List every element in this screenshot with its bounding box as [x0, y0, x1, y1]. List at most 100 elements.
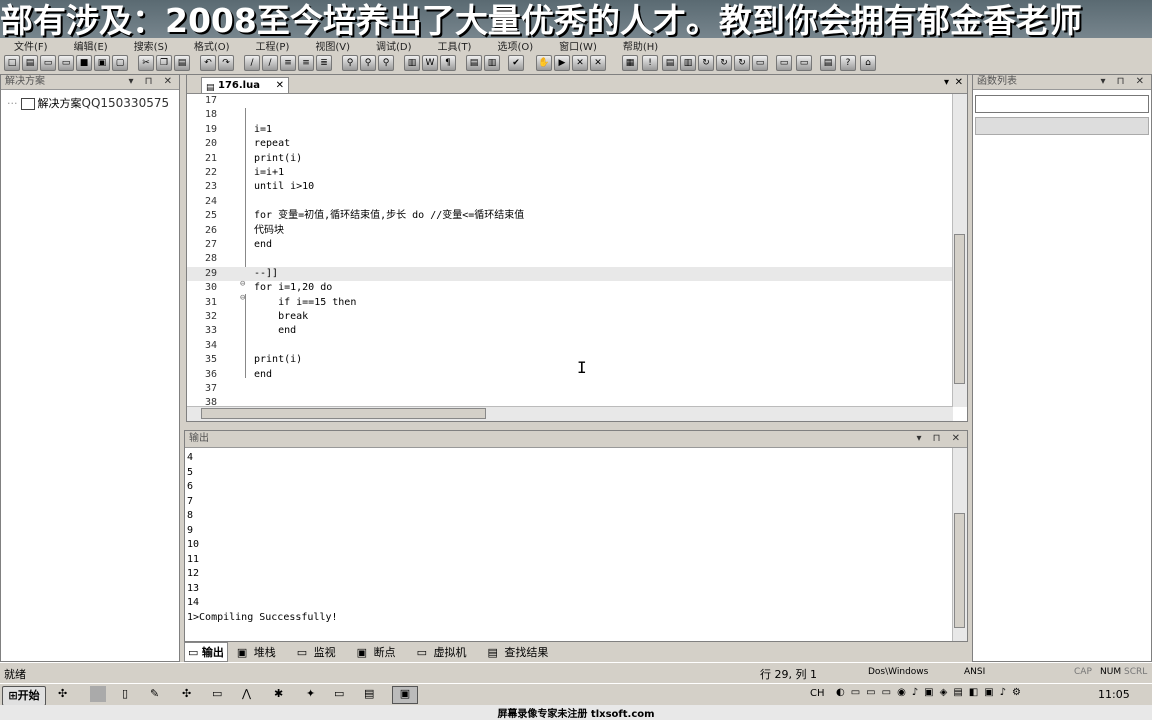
hand-icon[interactable]: ✋: [536, 55, 552, 71]
file-tab[interactable]: ▤ 176.lua ✕: [201, 77, 289, 93]
close-editor-icon[interactable]: ✕: [955, 77, 963, 88]
menu-edit[interactable]: 编辑(E): [74, 38, 108, 53]
menu-file[interactable]: 文件(F): [14, 38, 48, 53]
code-text: end: [254, 368, 273, 380]
calc-icon[interactable]: ▦: [622, 55, 638, 71]
new-file-icon[interactable]: □: [4, 55, 20, 71]
code-area[interactable]: 17 18 19 i=1 20 repeat 21 print(i) 22 i=i+1 23 unti…: [187, 94, 953, 407]
restart-icon[interactable]: ↻: [734, 55, 750, 71]
copy-icon[interactable]: ❐: [156, 55, 172, 71]
step-over-icon[interactable]: ▤: [662, 55, 678, 71]
window-icon[interactable]: ▭: [776, 55, 792, 71]
panel-buttons[interactable]: ▾ ⊓ ✕: [1100, 75, 1148, 89]
app-icon[interactable]: ▭: [334, 687, 344, 700]
save-all-icon[interactable]: ▣: [94, 55, 110, 71]
compile-icon[interactable]: ▤: [466, 55, 482, 71]
line-number: 29: [204, 267, 217, 279]
tab-watch[interactable]: ▭ 监视: [294, 642, 348, 662]
line-number: 20: [204, 138, 217, 150]
tab-find-results[interactable]: ▤ 查找结果: [484, 642, 560, 662]
home-icon[interactable]: ⌂: [860, 55, 876, 71]
output-vertical-scrollbar[interactable]: [952, 448, 967, 641]
print-icon[interactable]: ▤: [820, 55, 836, 71]
menu-format[interactable]: 格式(O): [194, 38, 230, 53]
app-icon[interactable]: ▯: [122, 687, 128, 700]
fold-marker-icon[interactable]: ⊖: [240, 279, 245, 289]
new-project-icon[interactable]: ▤: [22, 55, 38, 71]
app-icon[interactable]: ▤: [364, 687, 374, 700]
paragraph-icon[interactable]: ¶: [440, 55, 456, 71]
open-icon[interactable]: ▭: [40, 55, 56, 71]
uncomment-icon[interactable]: /: [262, 55, 278, 71]
paste-icon[interactable]: ▤: [174, 55, 190, 71]
code-line: 17: [187, 94, 953, 108]
stop-icon[interactable]: ✕: [572, 55, 588, 71]
tab-stack[interactable]: ▣ 堆栈: [234, 642, 288, 662]
debug-icon[interactable]: ✕: [590, 55, 606, 71]
run-icon[interactable]: ▶: [554, 55, 570, 71]
app-icon[interactable]: ▭: [212, 687, 222, 700]
tab-vm[interactable]: ▭ 虚拟机: [414, 642, 479, 662]
function-list-combo[interactable]: [975, 95, 1149, 113]
run-cursor-icon[interactable]: ↻: [716, 55, 732, 71]
format-icon[interactable]: ≣: [316, 55, 332, 71]
menu-window[interactable]: 窗口(W): [559, 38, 597, 53]
code-line: 24: [187, 195, 953, 209]
word-wrap-icon[interactable]: W: [422, 55, 438, 71]
find-next-icon[interactable]: ⚲: [360, 55, 376, 71]
close-tab-icon[interactable]: ✕: [276, 78, 284, 94]
find-icon[interactable]: ⚲: [342, 55, 358, 71]
tray-icons[interactable]: ◐▭▭▭◉♪▣◈▤◧▣♪⚙: [836, 687, 1027, 698]
menu-options[interactable]: 选项(O): [497, 38, 533, 53]
watch-icon[interactable]: ▭: [752, 55, 768, 71]
menu-tools[interactable]: 工具(T): [438, 38, 472, 53]
cut-icon[interactable]: ✂: [138, 55, 154, 71]
editor-vertical-scrollbar[interactable]: [952, 94, 967, 407]
bookmark-icon[interactable]: ▥: [404, 55, 420, 71]
indent-icon[interactable]: ≡: [280, 55, 296, 71]
outdent-icon[interactable]: ≡: [298, 55, 314, 71]
redo-icon[interactable]: ↷: [218, 55, 234, 71]
panel-buttons[interactable]: ▾ ⊓ ✕: [916, 431, 964, 447]
menu-search[interactable]: 搜索(S): [134, 38, 168, 53]
help-icon[interactable]: ?: [840, 55, 856, 71]
app-icon[interactable]: ✱: [274, 687, 283, 700]
fold-marker-icon[interactable]: ⊖: [240, 293, 245, 303]
step-out-icon[interactable]: ↻: [698, 55, 714, 71]
output-line: 4: [187, 452, 194, 463]
code-line: 29 --]]: [187, 266, 953, 282]
replace-icon[interactable]: ⚲: [378, 55, 394, 71]
active-app-icon[interactable]: ▣: [392, 686, 418, 704]
menu-project[interactable]: 工程(P): [256, 38, 290, 53]
output-text[interactable]: 4 5 6 7 8 9 10 11 12 13 14 1>Compiling Successfully…: [187, 451, 951, 641]
build-icon[interactable]: ▥: [484, 55, 500, 71]
save-icon[interactable]: ■: [76, 55, 92, 71]
panel-buttons[interactable]: ▾ ⊓ ✕: [128, 75, 176, 89]
close-file-icon[interactable]: ▢: [112, 55, 128, 71]
undo-icon[interactable]: ↶: [200, 55, 216, 71]
app-icon[interactable]: ✣: [182, 687, 191, 700]
editor-horizontal-scrollbar[interactable]: [187, 406, 953, 421]
code-text: if i==15 then: [254, 296, 357, 308]
check-icon[interactable]: ✔: [508, 55, 524, 71]
quicklaunch-icon[interactable]: ✣: [58, 687, 67, 700]
open-folder-icon[interactable]: ▭: [58, 55, 74, 71]
solution-tree-item[interactable]: ··· 解决方案QQ150330575: [7, 95, 169, 111]
menu-help[interactable]: 帮助(H): [623, 38, 658, 53]
tab-breakpoints[interactable]: ▣ 断点: [354, 642, 408, 662]
tab-dropdown-icon[interactable]: ▾: [944, 77, 949, 88]
app-icon[interactable]: ⋀: [242, 687, 251, 700]
tab-output[interactable]: ▭ 输出: [184, 642, 228, 662]
app-icon[interactable]: ✎: [150, 687, 159, 700]
menu-view[interactable]: 视图(V): [315, 38, 350, 53]
comment-icon[interactable]: /: [244, 55, 260, 71]
output-window-icon[interactable]: ▭: [796, 55, 812, 71]
menu-debug[interactable]: 调试(D): [376, 38, 412, 53]
app-icon[interactable]: ✦: [306, 687, 315, 700]
desktop-icon[interactable]: [90, 686, 106, 702]
code-line: 28: [187, 252, 953, 266]
start-button[interactable]: ⊞开始: [2, 686, 46, 706]
language-indicator[interactable]: CH: [810, 688, 825, 699]
step-into-icon[interactable]: ▥: [680, 55, 696, 71]
toggle-breakpoint-icon[interactable]: !: [642, 55, 658, 71]
